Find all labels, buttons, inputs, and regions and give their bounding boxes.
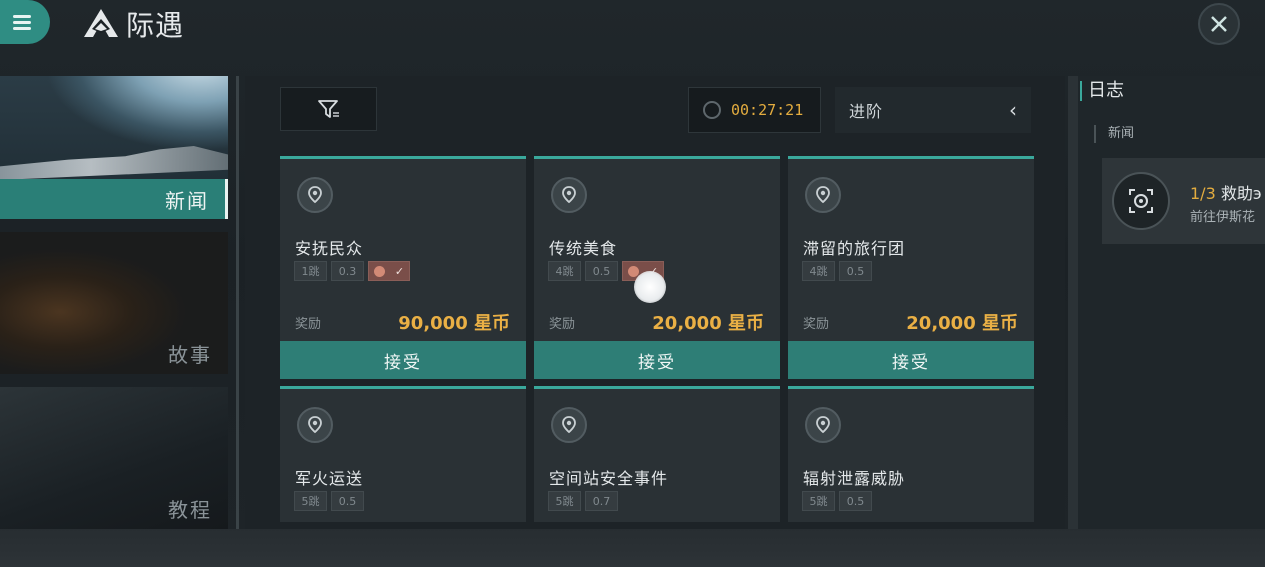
location-pin-icon xyxy=(805,407,841,443)
category-story[interactable]: 故事 xyxy=(0,232,228,374)
menu-button[interactable] xyxy=(0,0,50,44)
jump-tag: 4跳 xyxy=(548,261,581,281)
bottom-strip xyxy=(0,529,1265,567)
jump-tag: 5跳 xyxy=(548,491,581,511)
mission-card[interactable]: 空间站安全事件 5跳 0.7 xyxy=(534,386,780,522)
mission-name: 滞留的旅行团 xyxy=(803,239,906,258)
mission-name: 空间站安全事件 xyxy=(549,469,669,488)
security-tag: 0.5 xyxy=(585,261,618,281)
security-tag: 0.5 xyxy=(839,491,872,511)
log-entry[interactable]: 1/3 救助э 前往伊斯花 xyxy=(1102,158,1265,244)
mission-tags: 1跳 0.3 ✓ xyxy=(294,261,410,281)
reward-value: 20,000 星币 xyxy=(652,313,764,334)
reward-label: 奖励 xyxy=(549,317,576,332)
category-tutorial[interactable]: 教程 xyxy=(0,387,228,529)
log-entry-count: 1/3 xyxy=(1190,184,1216,203)
accept-button[interactable]: 接受 xyxy=(280,341,526,379)
timer-icon xyxy=(703,101,721,119)
planet-icon xyxy=(627,265,639,277)
target-icon xyxy=(1112,172,1170,230)
mission-card[interactable]: 安抚民众 1跳 0.3 ✓ 奖励 90,000 星币 接受 xyxy=(280,156,526,379)
page-header: 际遇 xyxy=(82,4,184,44)
category-news[interactable]: 新闻 xyxy=(0,76,228,219)
mission-name: 传统美食 xyxy=(549,239,618,258)
jump-tag: 5跳 xyxy=(802,491,835,511)
mission-tags: 5跳 0.5 xyxy=(802,491,872,511)
touch-indicator xyxy=(634,271,666,303)
log-entry-name: 救助э xyxy=(1220,184,1262,203)
location-pin-icon xyxy=(297,177,333,213)
marked-badge: ✓ xyxy=(368,261,410,281)
accept-button[interactable]: 接受 xyxy=(788,341,1034,379)
mission-name: 安抚民众 xyxy=(295,239,364,258)
security-tag: 0.7 xyxy=(585,491,618,511)
log-title: 日志 xyxy=(1080,81,1124,101)
jump-tag: 4跳 xyxy=(802,261,835,281)
jump-tag: 1跳 xyxy=(294,261,327,281)
reward-value: 90,000 星币 xyxy=(398,313,510,334)
reward-label: 奖励 xyxy=(295,317,322,332)
mission-name: 辐射泄露威胁 xyxy=(803,469,906,488)
log-divider xyxy=(1068,76,1078,529)
chevron-left-icon: ‹ xyxy=(1009,98,1017,122)
filter-button[interactable] xyxy=(280,87,377,131)
security-tag: 0.5 xyxy=(839,261,872,281)
close-icon xyxy=(1211,16,1227,32)
mission-tags: 5跳 0.5 xyxy=(294,491,364,511)
mission-card[interactable]: 滞留的旅行团 4跳 0.5 奖励 20,000 星币 接受 xyxy=(788,156,1034,379)
mission-card[interactable]: 军火运送 5跳 0.5 xyxy=(280,386,526,522)
location-pin-icon xyxy=(551,177,587,213)
location-pin-icon xyxy=(551,407,587,443)
category-divider xyxy=(236,76,239,529)
category-tutorial-label: 教程 xyxy=(168,498,212,522)
news-thumbnail xyxy=(0,146,228,180)
location-pin-icon xyxy=(805,177,841,213)
timer-text: 00:27:21 xyxy=(731,101,804,119)
hamburger-icon xyxy=(13,12,31,33)
filter-icon xyxy=(317,100,339,118)
advanced-toggle[interactable]: 进阶 ‹ xyxy=(835,87,1031,133)
log-section: 新闻 xyxy=(1094,125,1134,143)
refresh-timer: 00:27:21 xyxy=(688,87,821,133)
log-panel xyxy=(1078,76,1265,529)
accept-button[interactable]: 接受 xyxy=(534,341,780,379)
mission-card[interactable]: 传统美食 4跳 0.5 ✓ 奖励 20,000 星币 接受 xyxy=(534,156,780,379)
mission-card[interactable]: 辐射泄露威胁 5跳 0.5 xyxy=(788,386,1034,522)
log-entry-desc: 前往伊斯花 xyxy=(1190,210,1256,225)
reward-value: 20,000 星币 xyxy=(906,313,1018,334)
security-tag: 0.5 xyxy=(331,491,364,511)
close-button[interactable] xyxy=(1198,3,1240,45)
advanced-label: 进阶 xyxy=(849,102,884,121)
check-icon: ✓ xyxy=(394,264,405,278)
page-title: 际遇 xyxy=(126,9,185,42)
log-entry-title: 1/3 救助э xyxy=(1190,180,1262,204)
reward-label: 奖励 xyxy=(803,317,830,332)
jump-tag: 5跳 xyxy=(294,491,327,511)
location-pin-icon xyxy=(297,407,333,443)
category-news-label: 新闻 xyxy=(165,188,209,213)
category-story-label: 故事 xyxy=(168,343,212,367)
security-tag: 0.3 xyxy=(331,261,364,281)
mission-tags: 5跳 0.7 xyxy=(548,491,618,511)
category-news-label-bar: 新闻 xyxy=(0,179,228,219)
mission-tags: 4跳 0.5 xyxy=(802,261,872,281)
planet-icon xyxy=(373,265,385,277)
encounter-logo-icon xyxy=(84,9,118,37)
mission-name: 军火运送 xyxy=(295,469,364,488)
